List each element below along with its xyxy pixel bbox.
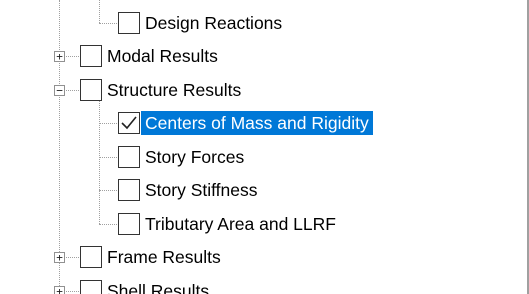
plus-icon[interactable]: + (54, 252, 65, 263)
tree-connector (99, 223, 117, 225)
tree-item-label: Story Forces (145, 146, 245, 167)
results-tree[interactable]: Joint Reactions Design Reactions + Modal Re… (0, 0, 529, 294)
tree-item-label: Tributary Area and LLRF (145, 213, 336, 234)
tree-connector (99, 156, 117, 158)
checkmark-icon (121, 116, 137, 130)
tree-item-label: Frame Results (107, 247, 221, 267)
checkbox-centers-of-mass-and-rigidity[interactable] (118, 112, 140, 134)
tree-item-label: Shell Results (107, 280, 210, 294)
tree-connector (99, 123, 117, 124)
tree-line-level2-top (99, 0, 100, 23)
plus-icon[interactable]: + (54, 51, 65, 62)
checkbox-story-forces[interactable] (118, 145, 140, 168)
minus-icon[interactable]: − (54, 84, 65, 96)
checkbox-shell-results[interactable] (80, 279, 102, 294)
checkbox-tributary-area-and-llrf[interactable] (118, 212, 140, 235)
tree-connector (99, 190, 117, 191)
tree-item-label: Modal Results (107, 46, 218, 66)
plus-icon[interactable]: + (54, 285, 65, 294)
tree-connector (99, 22, 117, 24)
tree-item-label: Story Stiffness (145, 180, 258, 200)
tree-item-label: Structure Results (107, 79, 242, 100)
checkbox-frame-results[interactable] (80, 246, 102, 268)
tree-line-level1 (59, 0, 60, 294)
checkbox-story-stiffness[interactable] (118, 179, 140, 201)
checkbox-structure-results[interactable] (80, 78, 102, 101)
tree-item-label: Joint Reactions (145, 0, 265, 1)
tree-item-label: Centers of Mass and Rigidity (141, 111, 373, 135)
checkbox-modal-results[interactable] (80, 45, 102, 67)
checkbox-design-reactions[interactable] (118, 11, 140, 34)
tree-line-level2-structure (99, 100, 100, 224)
tree-item-label: Design Reactions (145, 12, 283, 33)
